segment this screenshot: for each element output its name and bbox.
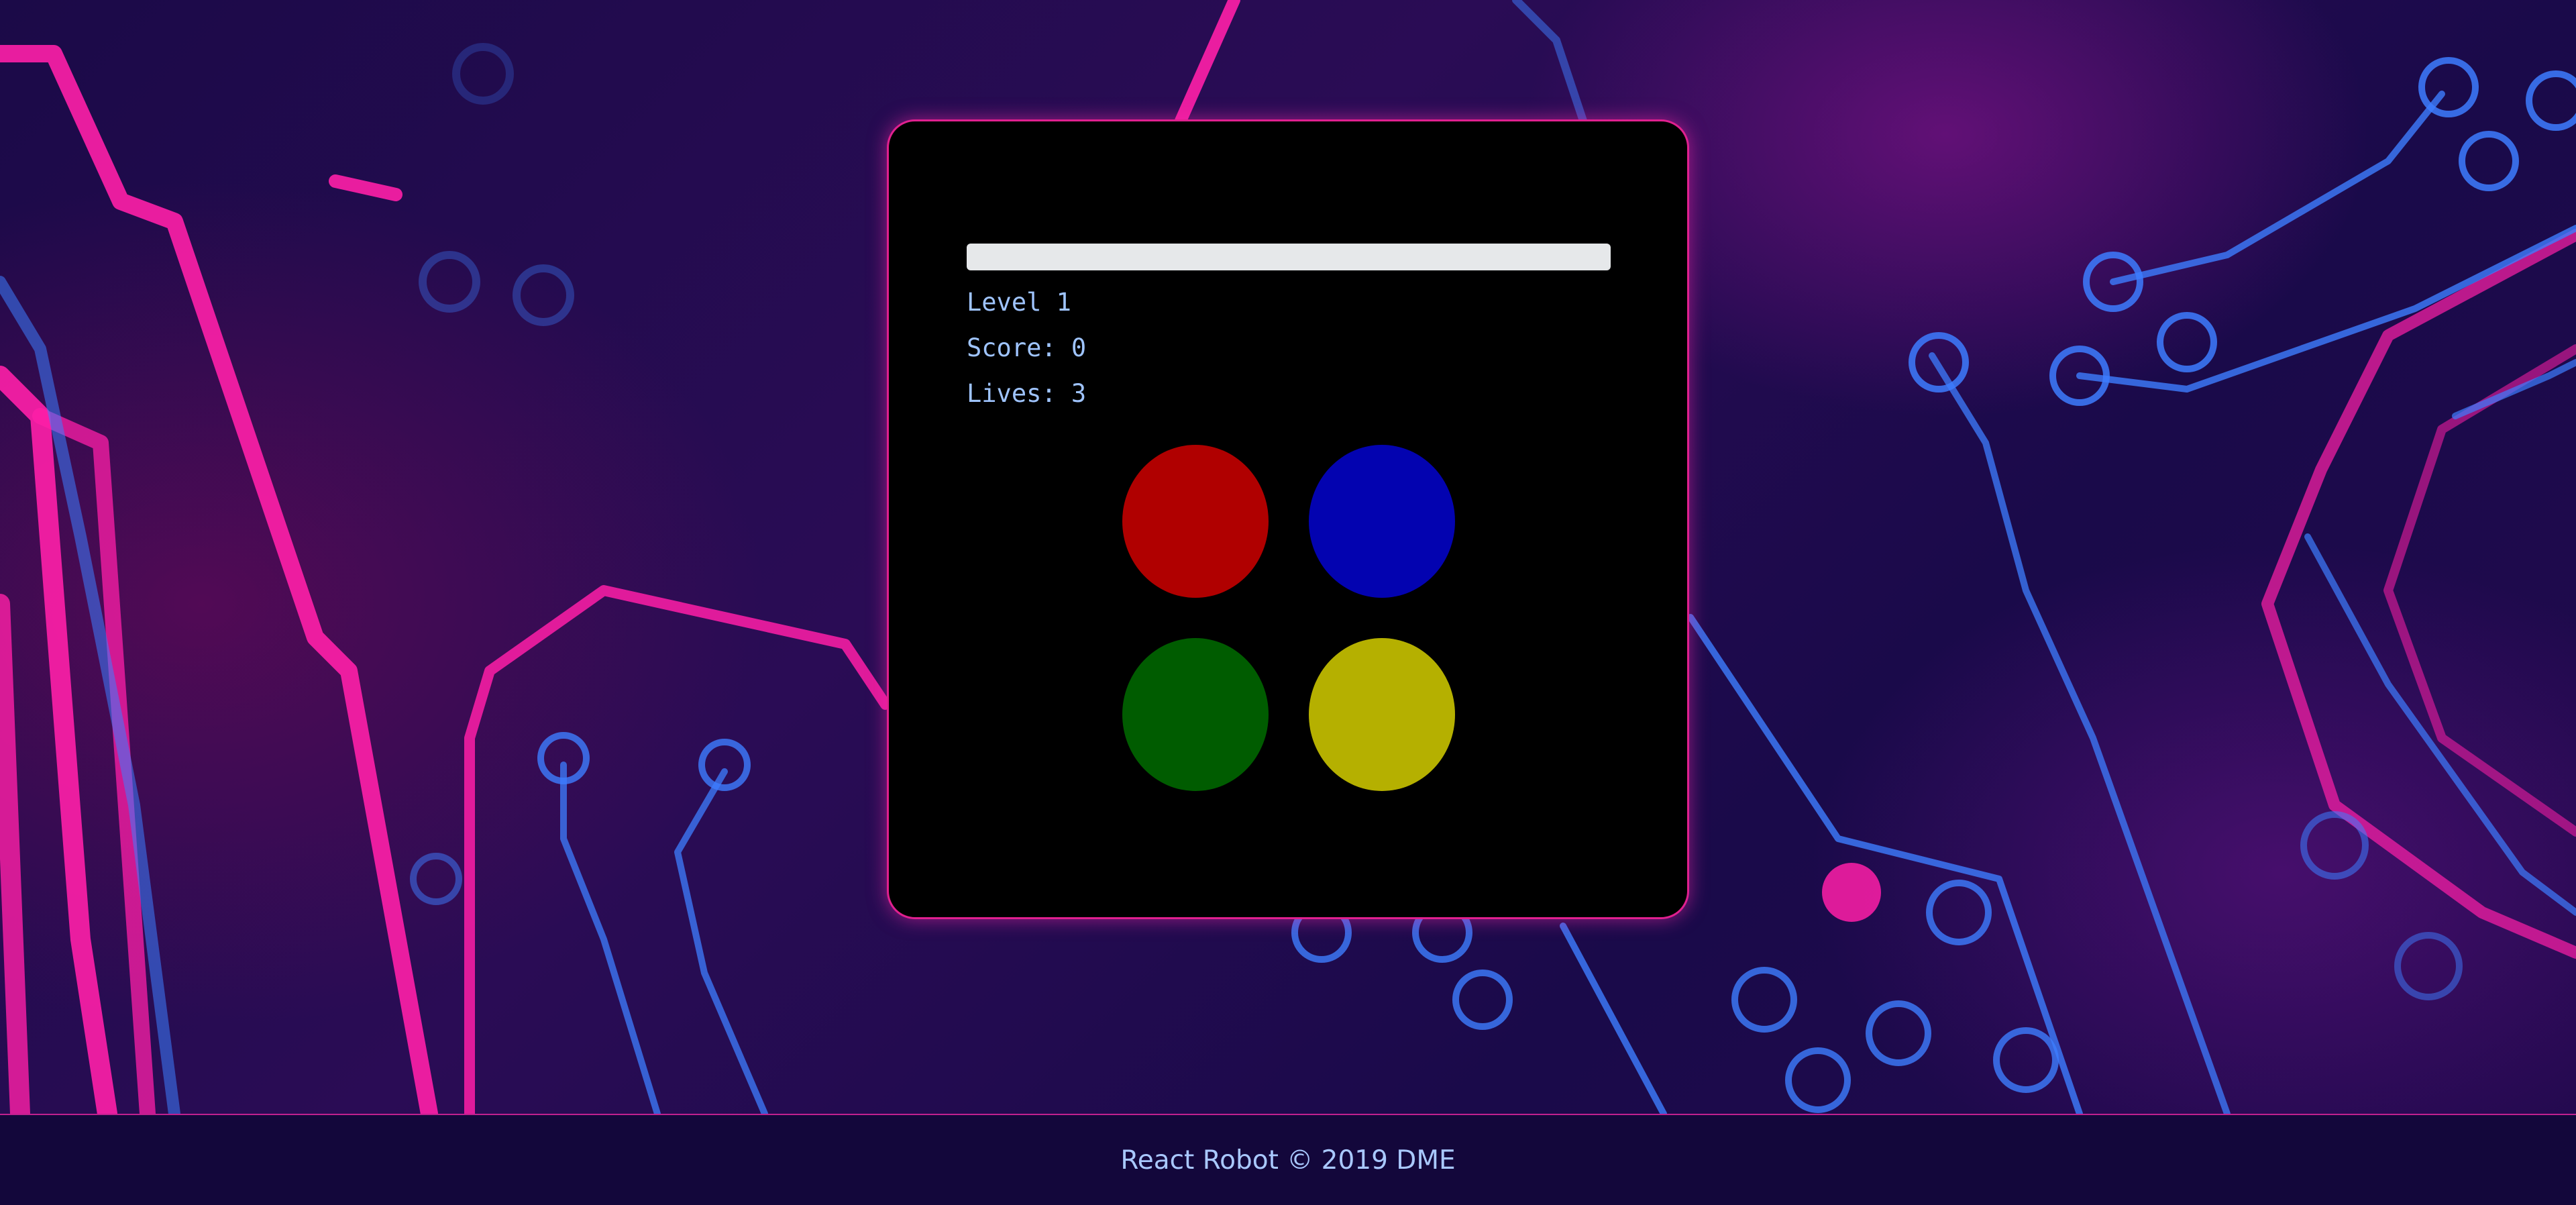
- game-panel: Level 1 Score: 0 Lives: 3: [887, 119, 1689, 919]
- lives-indicator: Lives: 3: [967, 379, 1087, 408]
- game-page: Level 1 Score: 0 Lives: 3 React Robot © …: [0, 0, 2576, 1205]
- level-indicator: Level 1: [967, 288, 1071, 317]
- score-indicator: Score: 0: [967, 333, 1087, 362]
- progress-bar: [967, 244, 1611, 270]
- red-pad-button[interactable]: [1122, 445, 1269, 598]
- blue-pad-button[interactable]: [1309, 445, 1455, 598]
- yellow-pad-button[interactable]: [1309, 638, 1455, 791]
- footer: React Robot © 2019 DME: [0, 1114, 2576, 1205]
- green-pad-button[interactable]: [1122, 638, 1269, 791]
- footer-copyright: React Robot © 2019 DME: [1120, 1145, 1456, 1175]
